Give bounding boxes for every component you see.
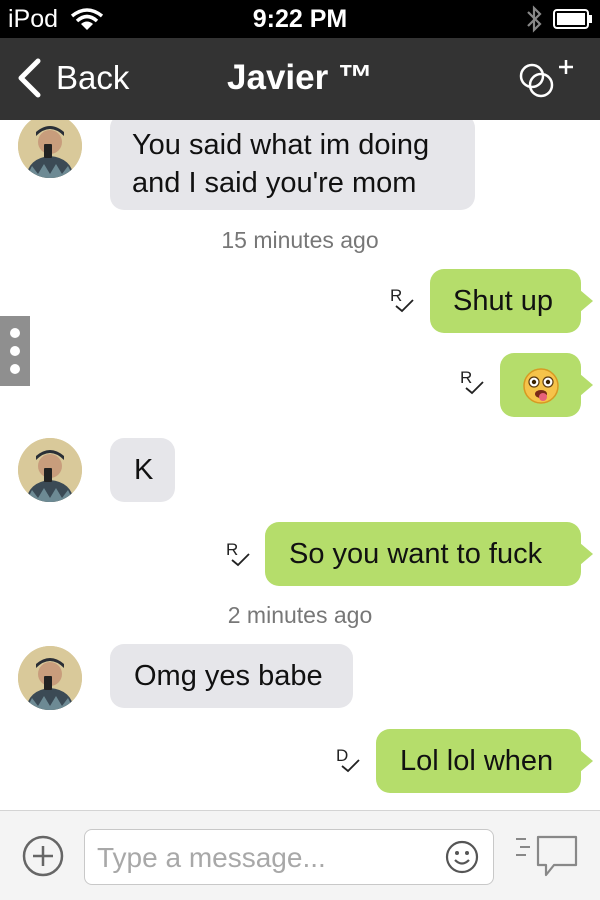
back-chevron-icon [18, 58, 41, 98]
message-bubble-incoming[interactable]: K [110, 438, 175, 502]
message-text: Shut up [453, 285, 553, 317]
compose-bar [0, 810, 600, 900]
message-bubble-outgoing[interactable]: Lol lol when [376, 729, 593, 793]
message-text-line: You said what im doing [132, 129, 430, 161]
message-text-line: and I said you're mom [132, 167, 417, 199]
check-icon [231, 553, 250, 567]
read-receipt: R [390, 286, 416, 316]
message-bubble-incoming[interactable]: You said what im doing and I said you're… [110, 120, 475, 210]
contact-avatar[interactable] [18, 120, 82, 178]
check-icon [395, 299, 414, 313]
check-icon [465, 381, 484, 395]
message-input[interactable] [97, 838, 437, 878]
message-field [84, 829, 494, 885]
message-bubble-outgoing[interactable]: So you want to fuck [265, 522, 593, 586]
message-bubble-incoming[interactable]: Omg yes babe [110, 644, 353, 708]
read-receipt: R [226, 540, 252, 570]
add-people-icon[interactable] [516, 56, 580, 102]
chat-send-icon[interactable] [514, 831, 580, 881]
back-button[interactable]: Back [16, 56, 129, 100]
plus-circle-icon[interactable] [22, 835, 64, 877]
message-timestamp: 2 minutes ago [227, 602, 373, 628]
message-text: So you want to fuck [289, 538, 543, 570]
read-receipt: R [460, 368, 486, 398]
astonished-tongue-emoji-icon [523, 368, 559, 404]
bluetooth-icon [527, 5, 542, 33]
message-text: Omg yes babe [134, 660, 323, 692]
smiley-icon[interactable] [445, 840, 479, 874]
chat-thread[interactable]: You said what im doing and I said you're… [0, 120, 600, 810]
message-bubble-outgoing[interactable] [500, 353, 593, 417]
contact-avatar[interactable] [18, 646, 82, 710]
message-text: Lol lol when [400, 745, 554, 777]
message-timestamp: 15 minutes ago [221, 227, 379, 253]
nav-bar: Back Javier ™ [0, 38, 600, 120]
message-text: K [134, 454, 154, 486]
back-label: Back [56, 59, 130, 96]
delivered-receipt: D [336, 746, 362, 776]
message-bubble-outgoing[interactable]: Shut up [430, 269, 593, 333]
check-icon [341, 759, 360, 773]
contact-avatar[interactable] [18, 438, 82, 502]
clock: 9:22 PM [252, 5, 348, 33]
battery-icon [553, 9, 592, 29]
status-bar: iPod 9:22 PM [0, 0, 600, 38]
side-menu-handle[interactable] [0, 316, 30, 386]
